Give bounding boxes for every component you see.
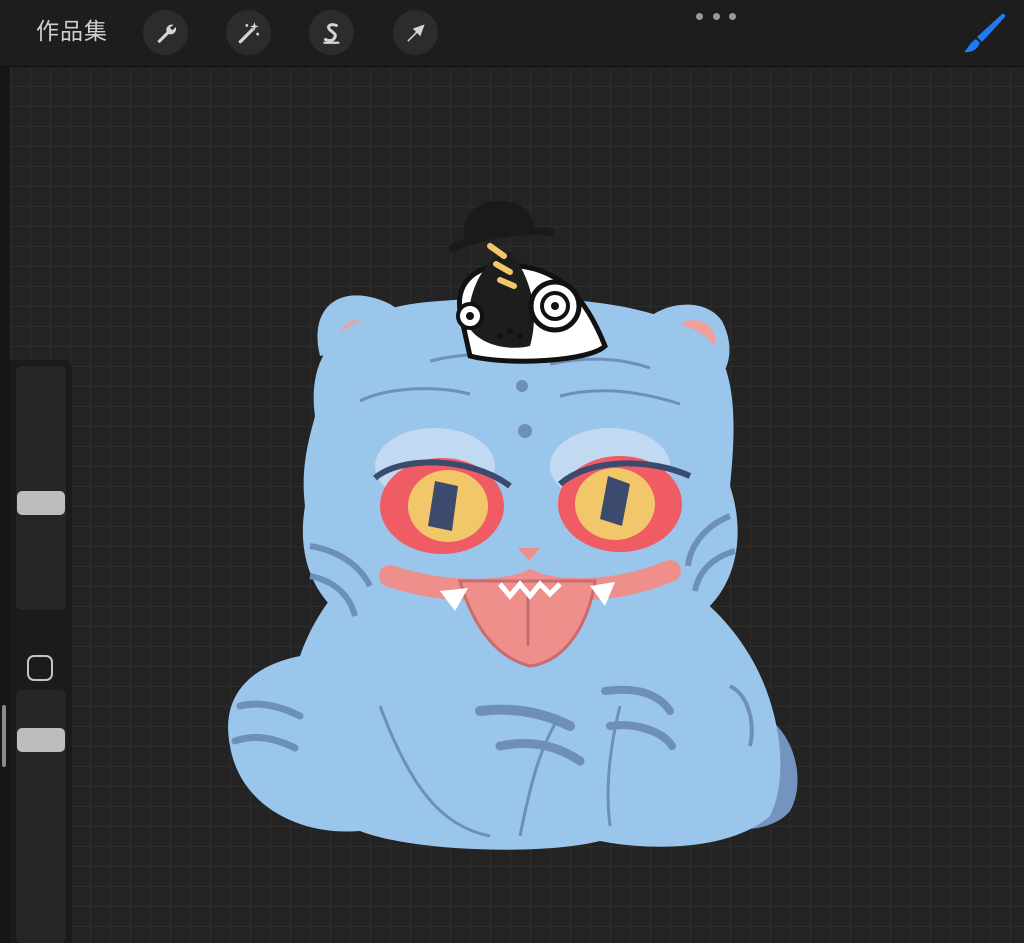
sidebar-edge-handle[interactable]	[2, 705, 6, 767]
wrench-icon	[156, 24, 176, 43]
opacity-thumb[interactable]	[17, 728, 65, 752]
selection-magic-button[interactable]	[226, 10, 271, 55]
more-options-button[interactable]	[696, 8, 736, 24]
ellipsis-icon	[729, 12, 736, 20]
brush-size-thumb[interactable]	[17, 491, 65, 515]
transform-button[interactable]	[393, 10, 438, 55]
tiger-artwork	[228, 201, 798, 850]
adjustments-button[interactable]	[143, 10, 188, 55]
selection-s-icon	[322, 22, 340, 44]
selection-button[interactable]	[309, 10, 354, 55]
top-toolbar: 作品集	[0, 0, 1024, 67]
ellipsis-icon	[712, 12, 720, 20]
brush-icon[interactable]	[958, 8, 1010, 60]
canvas-area[interactable]	[10, 66, 1024, 943]
brush-size-slider[interactable]	[16, 366, 66, 610]
modify-button[interactable]	[27, 655, 53, 681]
screen-edge	[0, 0, 10, 943]
ellipsis-icon	[696, 12, 703, 20]
procreate-app: 作品集	[0, 0, 1024, 943]
gallery-button[interactable]: 作品集	[36, 16, 108, 48]
arrow-cursor-icon	[406, 23, 425, 42]
magic-wand-icon	[238, 21, 259, 43]
left-sidebar	[10, 360, 72, 943]
